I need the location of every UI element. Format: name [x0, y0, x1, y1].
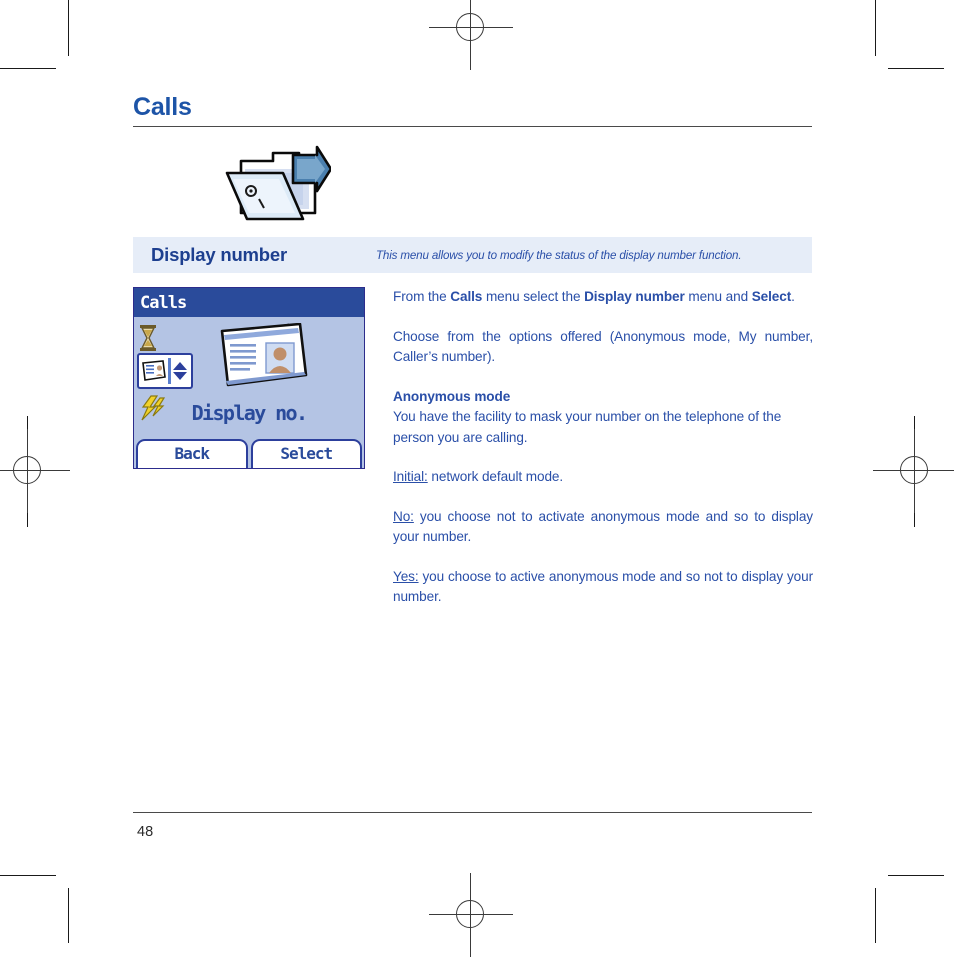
registration-mark-right-center: [873, 429, 954, 513]
scroll-down-arrow[interactable]: [173, 372, 187, 381]
content-columns: Calls Display no. Back Select From the C…: [133, 287, 813, 608]
anonymous-mode-text: You have the facility to mask your numbe…: [393, 409, 782, 445]
intro-text-a: From the: [393, 289, 451, 305]
yes-label: Yes:: [393, 568, 419, 584]
paragraph-yes: Yes: you choose to active anonymous mode…: [393, 567, 813, 608]
section-description: This menu allows you to modify the statu…: [376, 248, 742, 262]
section-header-band: Display number This menu allows you to m…: [133, 237, 812, 274]
phone-softkey-bar: Back Select: [134, 437, 364, 469]
registration-mark-left-center: [0, 429, 70, 513]
instructions-column: From the Calls menu select the Display n…: [393, 287, 813, 608]
intro-bold-display-number: Display number: [584, 289, 685, 305]
yes-text: you choose to active anonymous mode and …: [393, 568, 813, 605]
registration-circle: [13, 456, 41, 484]
intro-text-c: menu select the: [482, 289, 585, 305]
scroll-up-arrow[interactable]: [173, 362, 187, 371]
selected-menu-item[interactable]: [137, 353, 193, 390]
menu-illustration: [216, 323, 312, 402]
registration-circle: [456, 900, 484, 928]
softkey-back[interactable]: Back: [136, 439, 248, 469]
id-card-portrait-icon: [220, 323, 308, 387]
intro-text-d: menu and: [684, 289, 752, 305]
page-title: Calls: [133, 93, 192, 121]
phone-screen-mockup: Calls Display no. Back Select: [133, 287, 365, 470]
crop-mark-bottom-left-horizontal: [0, 875, 56, 876]
paragraph-choose-options: Choose from the options offered (Anonymo…: [393, 328, 813, 365]
crop-mark-bottom-right-vertical: [875, 888, 876, 943]
phone-illustration-column: Calls Display no. Back Select: [133, 287, 365, 470]
intro-bold-calls: Calls: [450, 289, 483, 305]
hourglass-icon: [140, 325, 156, 352]
registration-mark-bottom-center: [429, 873, 513, 957]
initial-text: network default mode.: [427, 469, 564, 485]
crop-mark-top-left-vertical: [68, 0, 69, 56]
paragraph-anonymous-mode: Anonymous mode You have the facility to m…: [393, 387, 813, 449]
phone-title-bar: Calls: [134, 288, 364, 318]
paragraph-intro: From the Calls menu select the Display n…: [393, 287, 813, 308]
phone-screen-body: Display no.: [134, 317, 364, 438]
intro-text-e: .: [791, 289, 795, 305]
anonymous-mode-heading: Anonymous mode: [393, 388, 511, 404]
crop-mark-top-left-horizontal: [0, 68, 56, 69]
registration-circle: [456, 13, 484, 41]
hourglass-icon-cell: [138, 321, 192, 355]
title-divider: [133, 126, 812, 128]
selection-divider: [168, 358, 171, 385]
softkey-select[interactable]: Select: [250, 439, 362, 469]
initial-label: Initial:: [393, 469, 428, 485]
open-folder-with-arrow-icon: [225, 146, 333, 221]
no-label: No:: [393, 508, 414, 524]
crop-mark-bottom-right-horizontal: [888, 875, 944, 876]
chapter-icon-area: [133, 143, 813, 231]
paragraph-initial: Initial: network default mode.: [393, 467, 813, 488]
phone-menu-label: Display no.: [191, 401, 308, 426]
manual-page: Calls Display number This menu allows yo…: [133, 92, 813, 608]
paragraph-no: No: you choose not to activate anonymous…: [393, 507, 813, 548]
registration-mark-top-center: [429, 0, 513, 70]
crop-mark-bottom-left-vertical: [68, 888, 69, 943]
contact-card-icon: [142, 360, 166, 382]
no-text: you choose not to activate anonymous mod…: [393, 508, 813, 545]
section-title: Display number: [151, 244, 287, 266]
crop-mark-top-right-vertical: [875, 0, 876, 56]
phone-title-text: Calls: [140, 292, 187, 313]
footer-divider: [133, 812, 812, 814]
page-number: 48: [137, 824, 154, 840]
scroll-arrows[interactable]: [173, 362, 187, 381]
intro-bold-select: Select: [751, 289, 792, 305]
registration-circle: [900, 456, 928, 484]
crop-mark-top-right-horizontal: [888, 68, 944, 69]
